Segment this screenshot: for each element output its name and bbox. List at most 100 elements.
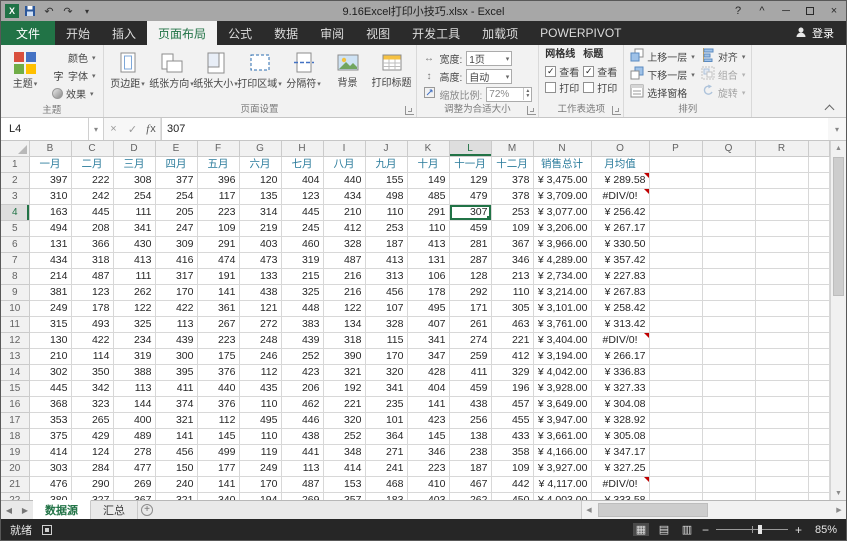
cell[interactable]: 412 bbox=[323, 221, 365, 237]
cell[interactable]: ¥ 258.42 bbox=[591, 301, 649, 317]
cell[interactable] bbox=[755, 493, 808, 501]
cell[interactable]: 274 bbox=[449, 333, 491, 349]
cell[interactable]: 240 bbox=[155, 477, 197, 493]
row-header-13[interactable]: 13 bbox=[1, 349, 29, 365]
cell[interactable]: 210 bbox=[323, 205, 365, 221]
vertical-scroll-thumb[interactable] bbox=[833, 157, 844, 296]
scale-to-fit-dialog-launcher[interactable] bbox=[527, 106, 536, 115]
column-header-J[interactable]: J bbox=[365, 141, 407, 157]
row-header-18[interactable]: 18 bbox=[1, 429, 29, 445]
scroll-left-icon[interactable]: ◀ bbox=[582, 506, 596, 514]
cell[interactable]: ¥ 3,404.00 bbox=[533, 333, 591, 349]
cell[interactable] bbox=[702, 189, 755, 205]
cell[interactable]: 134 bbox=[323, 317, 365, 333]
cell[interactable]: ¥ 336.83 bbox=[591, 365, 649, 381]
cell[interactable]: 416 bbox=[155, 253, 197, 269]
cell[interactable]: 252 bbox=[323, 429, 365, 445]
cell[interactable] bbox=[755, 349, 808, 365]
cell[interactable]: ¥ 227.83 bbox=[591, 269, 649, 285]
cell[interactable]: 442 bbox=[491, 477, 533, 493]
cell[interactable]: 221 bbox=[323, 397, 365, 413]
row-header-3[interactable]: 3 bbox=[1, 189, 29, 205]
cell[interactable]: 196 bbox=[491, 381, 533, 397]
cell[interactable]: 376 bbox=[197, 365, 239, 381]
cell[interactable]: 八月 bbox=[323, 157, 365, 173]
cell[interactable]: 435 bbox=[239, 381, 281, 397]
tab-insert[interactable]: 插入 bbox=[101, 21, 147, 45]
themes-button[interactable]: 主题 bbox=[3, 46, 47, 104]
cell[interactable]: #DIV/0! bbox=[591, 477, 649, 493]
cell[interactable]: 124 bbox=[71, 445, 113, 461]
cell[interactable]: ¥ 333.58 bbox=[591, 493, 649, 501]
cell[interactable]: 223 bbox=[197, 333, 239, 349]
column-header-O[interactable]: O bbox=[591, 141, 649, 157]
cell[interactable] bbox=[755, 269, 808, 285]
cell[interactable]: 110 bbox=[239, 397, 281, 413]
cell[interactable]: 二月 bbox=[71, 157, 113, 173]
cell[interactable]: 494 bbox=[29, 221, 71, 237]
cell[interactable]: 410 bbox=[407, 477, 449, 493]
cell[interactable]: ¥ 305.08 bbox=[591, 429, 649, 445]
cell[interactable]: 309 bbox=[155, 237, 197, 253]
cell[interactable]: 381 bbox=[29, 285, 71, 301]
cell[interactable]: 128 bbox=[449, 269, 491, 285]
cell[interactable] bbox=[755, 205, 808, 221]
cell[interactable]: 113 bbox=[113, 381, 155, 397]
cell[interactable]: 171 bbox=[449, 301, 491, 317]
cell[interactable] bbox=[755, 237, 808, 253]
print-titles-button[interactable]: 打印标题 bbox=[370, 46, 414, 103]
sheet-tab-summary[interactable]: 汇总 bbox=[91, 501, 138, 519]
cancel-icon[interactable]: × bbox=[104, 118, 123, 140]
horizontal-scroll-thumb[interactable] bbox=[598, 503, 708, 517]
cell[interactable]: 434 bbox=[29, 253, 71, 269]
cell[interactable] bbox=[702, 285, 755, 301]
cell[interactable]: 四月 bbox=[155, 157, 197, 173]
cell[interactable]: 459 bbox=[449, 381, 491, 397]
cell[interactable]: 341 bbox=[407, 333, 449, 349]
cell[interactable]: ¥ 327.25 bbox=[591, 461, 649, 477]
cell[interactable] bbox=[702, 445, 755, 461]
cell[interactable]: 131 bbox=[407, 253, 449, 269]
cell[interactable]: 495 bbox=[239, 413, 281, 429]
cell[interactable]: 445 bbox=[281, 205, 323, 221]
cell[interactable] bbox=[755, 189, 808, 205]
cell[interactable]: ¥ 4,003.00 bbox=[533, 493, 591, 501]
cell[interactable]: 254 bbox=[113, 189, 155, 205]
row-header-5[interactable]: 5 bbox=[1, 221, 29, 237]
cell[interactable]: 194 bbox=[239, 493, 281, 501]
cell[interactable]: 133 bbox=[239, 269, 281, 285]
redo-icon[interactable]: ↷ bbox=[60, 3, 76, 19]
column-header-M[interactable]: M bbox=[491, 141, 533, 157]
cell[interactable]: 208 bbox=[71, 221, 113, 237]
cell[interactable]: 423 bbox=[281, 365, 323, 381]
cell[interactable] bbox=[702, 253, 755, 269]
cell[interactable] bbox=[649, 173, 702, 189]
cell[interactable]: 440 bbox=[197, 381, 239, 397]
sheet-nav-right-icon[interactable]: ▶ bbox=[17, 501, 33, 519]
cell[interactable] bbox=[755, 173, 808, 189]
spinner-arrows-icon[interactable]: ▲▼ bbox=[523, 88, 531, 100]
cell[interactable]: 467 bbox=[449, 477, 491, 493]
row-header-16[interactable]: 16 bbox=[1, 397, 29, 413]
row-header-1[interactable]: 1 bbox=[1, 157, 29, 173]
cell[interactable] bbox=[649, 189, 702, 205]
cell[interactable]: ¥ 3,927.00 bbox=[533, 461, 591, 477]
tab-powerpivot[interactable]: POWERPIVOT bbox=[529, 21, 632, 45]
cell[interactable]: 346 bbox=[491, 253, 533, 269]
cell[interactable]: 287 bbox=[449, 253, 491, 269]
cell[interactable]: 122 bbox=[323, 301, 365, 317]
cell[interactable]: 487 bbox=[281, 477, 323, 493]
cell[interactable]: 192 bbox=[323, 381, 365, 397]
cell[interactable]: 254 bbox=[155, 189, 197, 205]
cell[interactable]: ¥ 3,475.00 bbox=[533, 173, 591, 189]
cell[interactable]: #DIV/0! bbox=[591, 333, 649, 349]
tab-file[interactable]: 文件 bbox=[1, 21, 55, 45]
cell[interactable]: ¥ 313.42 bbox=[591, 317, 649, 333]
cell[interactable]: 422 bbox=[155, 301, 197, 317]
cell[interactable] bbox=[649, 253, 702, 269]
scroll-up-icon[interactable]: ▲ bbox=[831, 141, 846, 155]
cell[interactable]: 477 bbox=[113, 461, 155, 477]
tab-home[interactable]: 开始 bbox=[55, 21, 101, 45]
cell[interactable]: 223 bbox=[407, 461, 449, 477]
normal-view-button[interactable]: ▦ bbox=[633, 523, 649, 536]
